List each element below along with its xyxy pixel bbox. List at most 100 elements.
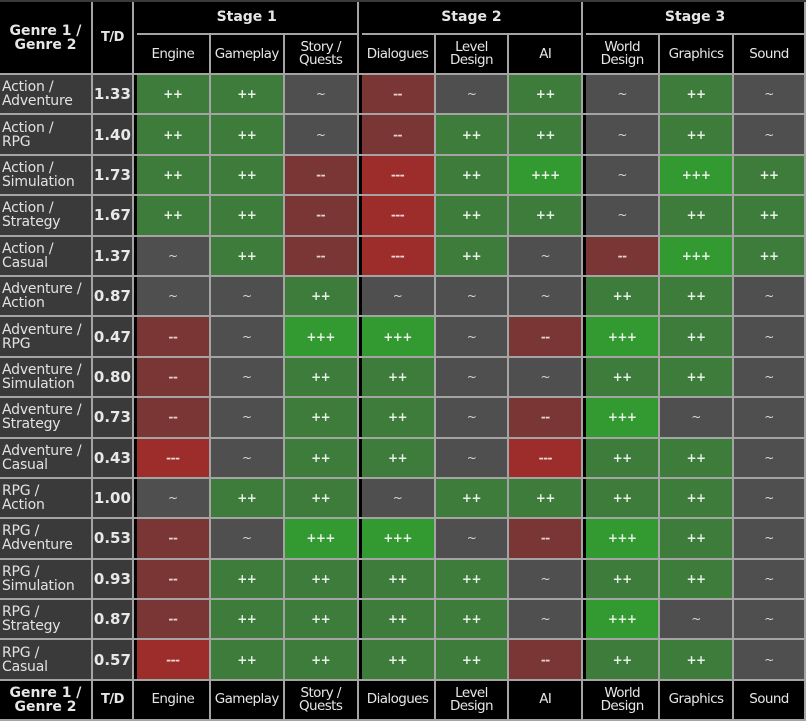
footer-col-dialogues[interactable]: Dialogues — [361, 680, 436, 721]
rating-cell: +++ — [660, 236, 735, 277]
table-row[interactable]: Action / Simulation 1.73 ++ ++ -- --- ++ +++ ~ +++… — [0, 155, 806, 197]
rating-cell: ++ — [509, 115, 584, 156]
footer-col-gameplay[interactable]: Gameplay — [210, 680, 285, 721]
rating-cell: +++ — [586, 398, 661, 439]
rating-cell: ++ — [734, 196, 806, 237]
footer-col-sound[interactable]: Sound — [734, 680, 806, 721]
rating-cell: ++ — [660, 357, 735, 399]
header-col-story-quests[interactable]: Story / Quests — [284, 35, 359, 75]
rating-cell: ~ — [509, 357, 584, 399]
table-row[interactable]: RPG / Simulation 0.93 -- ++ ++ ++ ++ ~ ++ ++ ~ — [0, 559, 806, 601]
rating-cell: ++ — [586, 478, 661, 520]
table-row[interactable]: RPG / Strategy 0.87 -- ++ ++ ++ ++ ~ +++ ~ ~ — [0, 600, 806, 641]
footer-col-world-design[interactable]: World Design — [586, 680, 661, 721]
table-row[interactable]: Action / Adventure 1.33 ++ ++ ~ -- ~ ++ ~ ++ ~ — [0, 75, 806, 116]
header-col-graphics[interactable]: Graphics — [660, 35, 735, 75]
rating-cell: ~ — [734, 75, 806, 116]
table-row[interactable]: RPG / Action 1.00 ~ ++ ++ ~ ++ ++ ++ ++ ~ — [0, 478, 806, 520]
rating-cell: --- — [136, 640, 211, 681]
rating-cell: ++ — [509, 478, 584, 520]
td-ratio-cell: 1.73 — [92, 155, 134, 197]
td-column-footer[interactable]: T/D — [92, 680, 134, 721]
table-row[interactable]: Adventure / Simulation 0.80 -- ~ ++ ++ ~ ~ ++ ++ ~ — [0, 357, 806, 399]
rating-cell: ~ — [509, 600, 584, 641]
genre-column-header[interactable]: Genre 1 / Genre 2 — [0, 2, 93, 75]
table-row[interactable]: Action / Casual 1.37 ~ ++ -- --- ++ ~ -- +++ ++ — [0, 236, 806, 277]
genre-pair-cell: RPG / Action — [0, 478, 93, 520]
rating-cell: ++ — [435, 115, 510, 156]
header-col-ai[interactable]: AI — [509, 35, 584, 75]
rating-cell: ++ — [586, 438, 661, 479]
header-col-gameplay[interactable]: Gameplay — [210, 35, 285, 75]
footer-col-level-design[interactable]: Level Design — [435, 680, 510, 721]
rating-cell: ~ — [660, 600, 735, 641]
rating-cell: ++ — [586, 276, 661, 318]
footer-col-engine[interactable]: Engine — [136, 680, 211, 721]
rating-cell: ++ — [660, 640, 735, 681]
genre-pair-cell: Adventure / Casual — [0, 438, 93, 479]
header-col-dialogues[interactable]: Dialogues — [361, 35, 436, 75]
td-ratio-cell: 0.53 — [92, 519, 134, 560]
footer-col-ai[interactable]: AI — [509, 680, 584, 721]
genre-2-label: RPG — [2, 133, 31, 150]
column-label-line1: Dialogues — [366, 45, 429, 62]
rating-cell: ~ — [586, 155, 661, 197]
rating-cell: ++ — [660, 196, 735, 237]
rating-cell: ++ — [136, 155, 211, 197]
genre-column-footer[interactable]: Genre 1 / Genre 2 — [0, 680, 93, 721]
td-column-header[interactable]: T/D — [92, 2, 134, 75]
column-label-line2: Quests — [299, 697, 343, 714]
footer-col-story-quests[interactable]: Story / Quests — [284, 680, 359, 721]
genre-2-label: Strategy — [2, 416, 61, 433]
header-col-level-design[interactable]: Level Design — [435, 35, 510, 75]
rating-cell: ++ — [586, 640, 661, 681]
genre-2-label: Casual — [2, 456, 48, 473]
td-ratio-cell: 1.00 — [92, 478, 134, 520]
rating-cell: ++ — [660, 75, 735, 116]
rating-cell: ~ — [210, 276, 285, 318]
rating-cell: +++ — [361, 317, 436, 358]
rating-cell: ++ — [660, 276, 735, 318]
rating-cell: ~ — [734, 398, 806, 439]
genre-2-label: Strategy — [2, 214, 61, 231]
table-body: Action / Adventure 1.33 ++ ++ ~ -- ~ ++ ~ ++ ~ Actio… — [0, 75, 806, 681]
table-row[interactable]: Adventure / Strategy 0.73 -- ~ ++ ++ ~ -- +++ ~ ~ — [0, 398, 806, 439]
column-label-line1: Graphics — [668, 45, 724, 62]
rating-cell: ++ — [210, 155, 285, 197]
genre-2-label: RPG — [2, 335, 31, 352]
footer-col-graphics[interactable]: Graphics — [660, 680, 735, 721]
rating-cell: ++ — [284, 438, 359, 479]
stage-1-header: Stage 1 — [136, 2, 359, 35]
td-ratio-cell: 1.37 — [92, 236, 134, 277]
table-row[interactable]: RPG / Adventure 0.53 -- ~ +++ +++ ~ -- +++ ++ ~ — [0, 519, 806, 560]
header-col-world-design[interactable]: World Design — [586, 35, 661, 75]
table-row[interactable]: Adventure / Action 0.87 ~ ~ ++ ~ ~ ~ ++ ++ ~ — [0, 276, 806, 318]
rating-cell: ~ — [734, 357, 806, 399]
rating-cell: ++ — [361, 398, 436, 439]
table-row[interactable]: RPG / Casual 0.57 --- ++ ++ ++ ++ -- ++ ++ ~ — [0, 640, 806, 681]
rating-cell: +++ — [284, 519, 359, 560]
rating-cell: ++ — [435, 236, 510, 277]
table-row[interactable]: Adventure / RPG 0.47 -- ~ +++ +++ ~ -- +++ ++ ~ — [0, 317, 806, 358]
table-row[interactable]: Action / RPG 1.40 ++ ++ ~ -- ++ ++ ~ ++ ~ — [0, 115, 806, 156]
rating-cell: ~ — [509, 559, 584, 601]
rating-cell: --- — [361, 196, 436, 237]
rating-cell: ~ — [361, 478, 436, 520]
rating-cell: ++ — [284, 559, 359, 601]
header-col-sound[interactable]: Sound — [734, 35, 806, 75]
rating-cell: ++ — [284, 398, 359, 439]
table-row[interactable]: Adventure / Casual 0.43 --- ~ ++ ++ ~ --- ++ ++ ~ — [0, 438, 806, 479]
header-col-engine[interactable]: Engine — [136, 35, 211, 75]
table-row[interactable]: Action / Strategy 1.67 ++ ++ -- --- ++ ++ ~ ++ ++ — [0, 196, 806, 237]
rating-cell: --- — [361, 236, 436, 277]
column-label-line2: Quests — [299, 52, 343, 68]
td-ratio-cell: 0.80 — [92, 357, 134, 399]
rating-cell: ++ — [734, 155, 806, 197]
stage-3-header: Stage 3 — [586, 2, 806, 35]
rating-cell: +++ — [586, 317, 661, 358]
genre-pair-cell: Action / Strategy — [0, 196, 93, 237]
rating-cell: ++ — [361, 357, 436, 399]
column-label-line1: Gameplay — [214, 691, 280, 708]
genre-pair-cell: Action / Casual — [0, 236, 93, 277]
rating-cell: +++ — [586, 600, 661, 641]
